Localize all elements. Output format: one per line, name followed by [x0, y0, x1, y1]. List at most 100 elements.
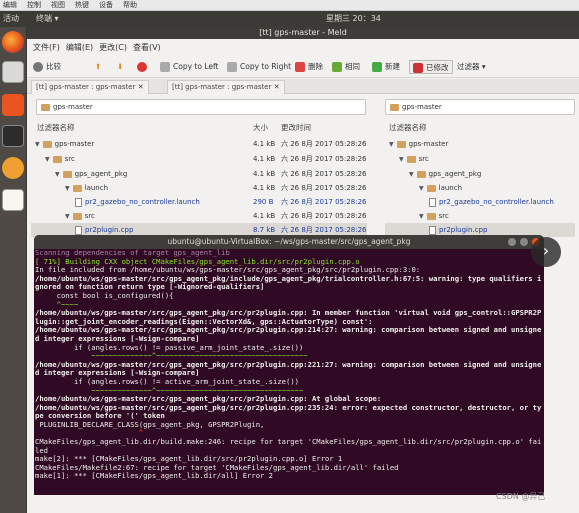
menu-item[interactable]: 文件(F)	[33, 43, 60, 52]
terminal-line: /home/ubuntu/ws/gps-master/src/gps_agent…	[35, 308, 542, 326]
file-name-text: gps_agent_pkg	[74, 170, 128, 178]
host-menu-item[interactable]: 热键	[75, 1, 89, 9]
file-name-text: pr2plugin.cpp	[85, 226, 134, 234]
file-row[interactable]: ▼ gps-master	[385, 137, 575, 151]
terminal-line: /home/ubuntu/ws/gps-master/src/gps_agent…	[35, 273, 542, 292]
same-button[interactable]: 相同	[332, 60, 360, 74]
firefox-icon[interactable]	[2, 31, 24, 53]
tab-1[interactable]: [tt] gps-master : gps-master ✕	[31, 80, 149, 94]
folder-icon	[426, 212, 436, 220]
expander-icon[interactable]: ▼	[65, 210, 70, 224]
file-name: ▼ gps-master	[389, 137, 448, 152]
file-row[interactable]: ▼ src	[385, 209, 575, 223]
activities-button[interactable]: 活动	[3, 11, 19, 27]
compare-button[interactable]: 比较	[33, 60, 61, 74]
file-name-text: gps_agent_pkg	[428, 170, 482, 178]
file-row[interactable]: ▼ gps-master 4.1 kB 六 26 8月 2017 05:28:26	[31, 137, 367, 151]
meld-icon[interactable]	[2, 157, 24, 179]
file-row[interactable]: pr2_gazebo_no_controller.launch	[385, 195, 575, 209]
file-mtime: 六 26 8月 2017 05:28:26	[281, 155, 367, 163]
copy-right-button[interactable]: Copy to Right	[227, 60, 291, 74]
file-name-text: src	[64, 155, 75, 163]
down-arrow-icon[interactable]: ⬇	[117, 60, 123, 74]
up-arrow-icon[interactable]: ⬆	[95, 60, 101, 74]
file-mtime: 六 26 8月 2017 05:28:26	[281, 212, 367, 220]
window-title: [tt] gps-master - Meld	[27, 27, 579, 39]
stop-icon[interactable]	[137, 60, 150, 74]
file-name: ▼ src	[419, 209, 449, 224]
file-size: 4.1 kB	[253, 140, 276, 148]
file-name-text: gps-master	[54, 140, 95, 148]
file-row[interactable]: ▼ src	[385, 152, 575, 166]
modified-button[interactable]: 已修改	[409, 60, 453, 74]
file-row[interactable]: ▼ gps_agent_pkg	[385, 167, 575, 181]
file-row[interactable]: ▼ src 4.1 kB 六 26 8月 2017 05:28:26	[31, 152, 367, 166]
delete-icon	[295, 62, 305, 72]
minimize-icon[interactable]	[508, 238, 516, 246]
next-arrow-button[interactable]: ›	[531, 237, 561, 267]
new-icon	[372, 62, 382, 72]
clock[interactable]: 星期三 20：34	[326, 11, 381, 27]
file-size: 4.1 kB	[253, 212, 276, 220]
expander-icon[interactable]: ▼	[389, 138, 394, 152]
expander-icon[interactable]: ▼	[409, 168, 414, 182]
copy-left-button[interactable]: Copy to Left	[160, 60, 218, 74]
file-name: ▼ src	[399, 152, 429, 167]
file-row[interactable]: ▼ launch 4.1 kB 六 26 8月 2017 05:28:26	[31, 181, 367, 195]
left-path-combo[interactable]: gps-master	[36, 99, 366, 115]
expander-icon[interactable]: ▼	[419, 182, 424, 196]
delete-button[interactable]: 删除	[295, 60, 323, 74]
expander-icon[interactable]: ▼	[399, 153, 404, 167]
files-icon[interactable]	[2, 61, 24, 83]
host-menu-item[interactable]: 视图	[51, 1, 65, 9]
expander-icon[interactable]: ▼	[419, 210, 424, 224]
folder-icon	[62, 170, 72, 178]
ubuntu-top-panel: 活动 终端 ▾ 星期三 20：34	[0, 11, 579, 27]
host-menu-item[interactable]: 控制	[27, 1, 41, 9]
file-mtime: 六 26 8月 2017 05:28:26	[281, 198, 367, 206]
file-name: ▼ gps_agent_pkg	[55, 167, 127, 182]
folder-icon	[72, 212, 82, 220]
column-name[interactable]: 过滤器名称	[37, 121, 75, 135]
host-menu-item[interactable]: 编辑	[3, 1, 17, 9]
column-mtime[interactable]: 更改时间	[281, 121, 311, 135]
right-column-name[interactable]: 过滤器名称	[389, 121, 427, 135]
new-button[interactable]: 新建	[372, 60, 400, 74]
host-menu-item[interactable]: 帮助	[123, 1, 137, 9]
toolbar: 比较 ⬆ ⬇ Copy to Left Copy to Right 删除 相同 …	[27, 56, 579, 78]
file-name: ▼ gps_agent_pkg	[409, 167, 481, 182]
expander-icon[interactable]: ▼	[35, 138, 40, 152]
software-center-icon[interactable]	[2, 94, 24, 116]
file-row[interactable]: ▼ src 4.1 kB 六 26 8月 2017 05:28:26	[31, 209, 367, 223]
maximize-icon[interactable]	[520, 238, 528, 246]
file-icon	[429, 197, 436, 207]
file-mtime: 六 26 8月 2017 05:28:26	[281, 184, 367, 192]
tab-2[interactable]: [tt] gps-master : gps-master ✕	[167, 80, 285, 94]
file-icon	[75, 225, 82, 235]
folder-icon	[406, 155, 416, 163]
file-row[interactable]: pr2_gazebo_no_controller.launch 290 B 六 26…	[31, 195, 367, 209]
menu-item[interactable]: 查看(V)	[133, 43, 161, 52]
terminal-line: /home/ubuntu/ws/gps-master/src/gps_agent…	[35, 325, 542, 343]
folder-icon	[390, 103, 399, 111]
right-path-combo[interactable]: gps-master	[385, 99, 575, 115]
expander-icon[interactable]: ▼	[45, 153, 50, 167]
file-icon	[429, 225, 436, 235]
filter-menu[interactable]: 过滤器 ▾	[457, 60, 486, 74]
host-menu-item[interactable]: 设备	[99, 1, 113, 9]
terminal-icon[interactable]	[2, 125, 24, 147]
terminal-title: ubuntu@ubuntu-VirtualBox: ~/ws/gps-maste…	[34, 235, 544, 249]
menu-item[interactable]: 更改(C)	[99, 43, 127, 52]
terminal-output[interactable]: Scanning dependencies of target gps_agen…	[35, 248, 544, 495]
expander-icon[interactable]: ▼	[65, 182, 70, 196]
file-row[interactable]: ▼ launch	[385, 181, 575, 195]
expander-icon[interactable]: ▼	[55, 168, 60, 182]
menu-item[interactable]: 编辑(E)	[66, 43, 93, 52]
terminal-line: /home/ubuntu/ws/gps-master/src/gps_agent…	[35, 359, 542, 378]
file-row[interactable]: ▼ gps_agent_pkg 4.1 kB 六 26 8月 2017 05:28:2…	[31, 167, 367, 181]
terminal-app-menu[interactable]: 终端 ▾	[36, 11, 59, 27]
file-name-text: src	[84, 212, 95, 220]
column-size[interactable]: 大小	[253, 121, 268, 135]
text-editor-icon[interactable]	[2, 189, 24, 211]
file-name-text: launch	[84, 184, 109, 192]
